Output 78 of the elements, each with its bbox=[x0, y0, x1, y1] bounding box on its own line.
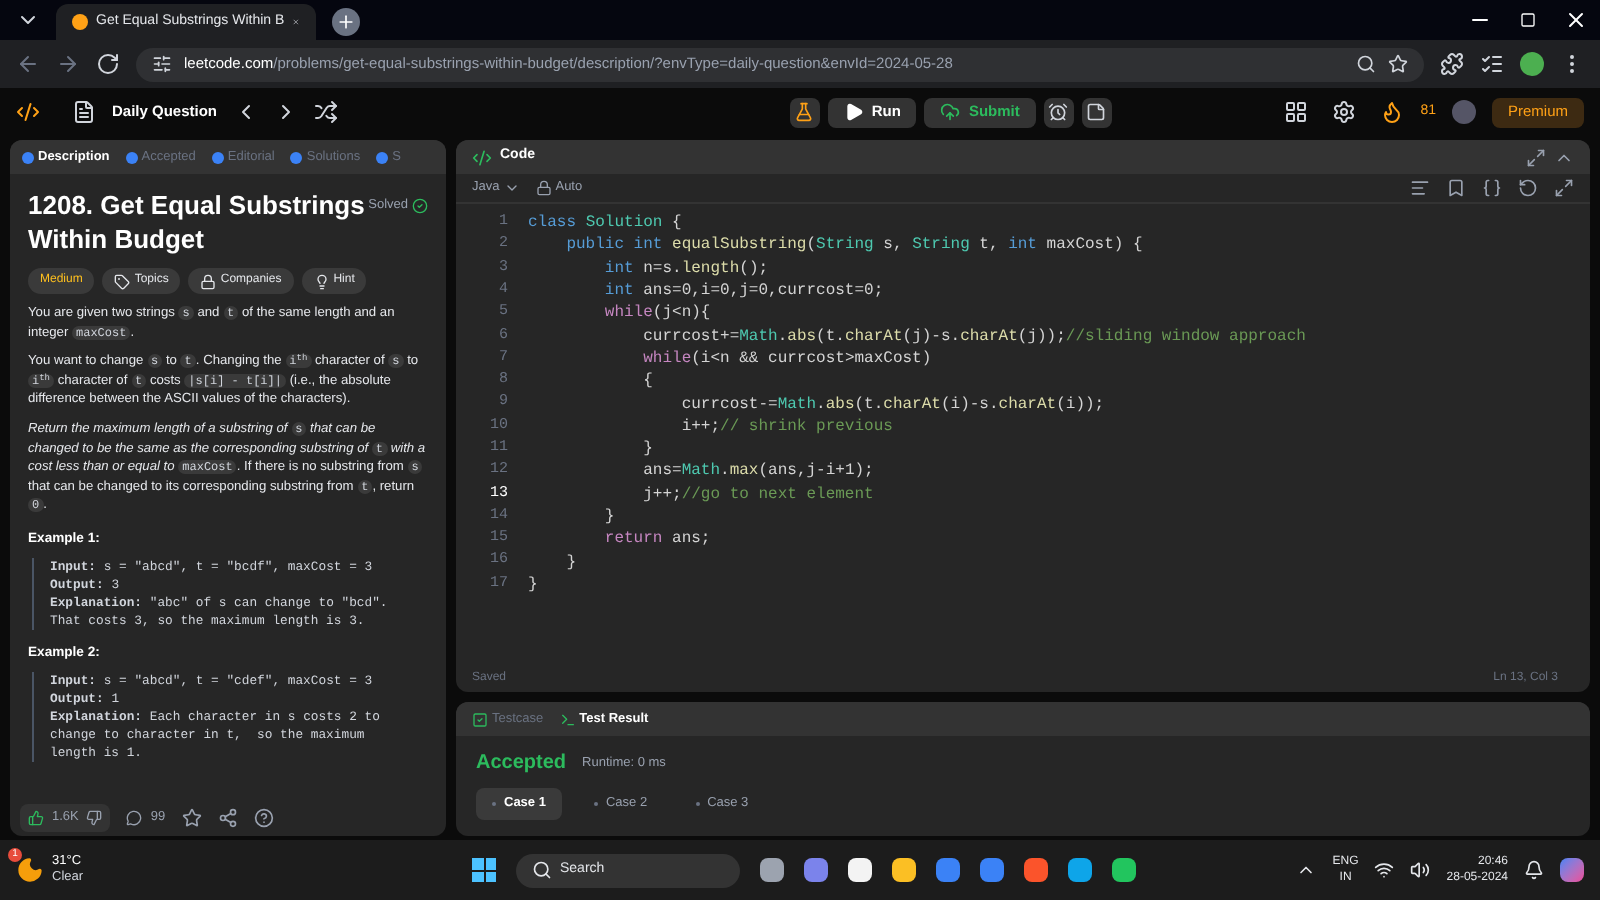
search-icon bbox=[532, 860, 552, 880]
weather-icon[interactable] bbox=[16, 856, 44, 884]
shuffle-icon[interactable] bbox=[313, 100, 338, 124]
note-icon bbox=[1086, 102, 1107, 122]
taskbar-app-icon[interactable] bbox=[1068, 858, 1092, 882]
verdict-text: Accepted bbox=[476, 750, 567, 778]
notification-icon[interactable] bbox=[1524, 860, 1544, 880]
code-line: class Solution { bbox=[528, 212, 682, 235]
code-line: currcost+=Math.abs(t.charAt(j)-s.charAt(j));//sliding window approach bbox=[641, 325, 1306, 348]
code-line: } bbox=[602, 506, 615, 528]
code-line: currcost-=Math.abs(t.charAt(i)-s.charAt(i)); bbox=[679, 393, 1105, 416]
checkbox-icon bbox=[472, 711, 488, 727]
format-icon[interactable] bbox=[1410, 178, 1430, 198]
wifi-icon[interactable] bbox=[1374, 860, 1395, 880]
media-icon[interactable] bbox=[1480, 52, 1504, 76]
terminal-icon bbox=[559, 711, 576, 727]
reload-icon[interactable] bbox=[96, 52, 120, 76]
play-icon bbox=[843, 102, 864, 122]
new-tab-icon[interactable] bbox=[332, 8, 360, 36]
help-icon[interactable] bbox=[253, 808, 274, 828]
lightbulb-icon bbox=[313, 273, 330, 289]
share-icon[interactable] bbox=[217, 808, 238, 828]
user-avatar[interactable] bbox=[1451, 100, 1476, 124]
favorite-icon[interactable] bbox=[181, 808, 202, 828]
site-info-icon[interactable] bbox=[152, 54, 172, 74]
problem-title: 1208. Get Equal Substrings Within Budget bbox=[28, 188, 367, 256]
profile-avatar[interactable] bbox=[1520, 52, 1544, 76]
fullscreen-icon[interactable] bbox=[1554, 178, 1574, 198]
alarm-clock-icon bbox=[1048, 102, 1069, 122]
problem-list-icon[interactable] bbox=[72, 100, 96, 124]
reset-icon[interactable] bbox=[1518, 178, 1538, 198]
code-line: while(j<n){ bbox=[602, 302, 711, 325]
favicon-icon bbox=[72, 14, 88, 30]
forward-icon[interactable] bbox=[56, 52, 80, 76]
volume-icon[interactable] bbox=[1410, 860, 1431, 880]
code-line: } bbox=[641, 438, 653, 461]
code-line: ans=Math.max(ans,j-i+1); bbox=[641, 460, 874, 483]
taskbar-app-icon[interactable] bbox=[848, 858, 872, 882]
code-icon bbox=[472, 147, 492, 167]
logo-icon[interactable] bbox=[16, 100, 40, 124]
lock-icon bbox=[200, 273, 217, 289]
debug-button[interactable] bbox=[789, 97, 820, 127]
thumbs-down-icon[interactable] bbox=[86, 810, 103, 826]
code-line: return ans; bbox=[602, 528, 711, 551]
code-line: public int equalSubstring(String s, String t, int maxCost) { bbox=[564, 234, 1143, 257]
check-circle-icon bbox=[412, 197, 428, 214]
lock-icon bbox=[535, 180, 552, 196]
comment-icon bbox=[126, 810, 143, 826]
copilot-icon[interactable] bbox=[1560, 858, 1584, 882]
taskbar-app-icon[interactable] bbox=[1112, 858, 1136, 882]
chevron-down-icon bbox=[503, 180, 520, 196]
thumbs-up-icon bbox=[28, 810, 44, 826]
taskbar-app-icon[interactable] bbox=[892, 858, 916, 882]
settings-icon[interactable] bbox=[1332, 100, 1357, 124]
back-icon[interactable] bbox=[16, 52, 40, 76]
braces-icon[interactable] bbox=[1482, 178, 1502, 198]
start-icon[interactable] bbox=[472, 858, 496, 882]
code-line: { bbox=[641, 370, 653, 393]
code-line: j++;//go to next element bbox=[641, 483, 874, 506]
code-line: int n=s.length(); bbox=[602, 257, 769, 280]
tag-icon bbox=[114, 273, 131, 289]
layout-icon[interactable] bbox=[1284, 100, 1309, 124]
bookmark-icon[interactable] bbox=[1446, 178, 1466, 198]
timer-button[interactable] bbox=[1043, 97, 1074, 127]
upload-cloud-icon bbox=[940, 102, 961, 122]
bookmark-star-icon[interactable] bbox=[1388, 54, 1408, 74]
code-line: } bbox=[528, 573, 538, 596]
code-line: while(i<n && currcost>maxCost) bbox=[641, 347, 932, 370]
extensions-icon[interactable] bbox=[1440, 52, 1464, 76]
code-line: } bbox=[564, 551, 577, 574]
search-icon[interactable] bbox=[1356, 54, 1376, 74]
flame-icon bbox=[1380, 100, 1405, 124]
maximize-icon[interactable] bbox=[1526, 147, 1546, 167]
code-line: int ans=0,i=0,j=0,currcost=0; bbox=[602, 280, 884, 303]
code-line: i++;// shrink previous bbox=[679, 415, 893, 438]
taskbar-app-icon[interactable] bbox=[760, 858, 784, 882]
notes-button[interactable] bbox=[1081, 97, 1112, 127]
flask-icon bbox=[794, 102, 815, 122]
